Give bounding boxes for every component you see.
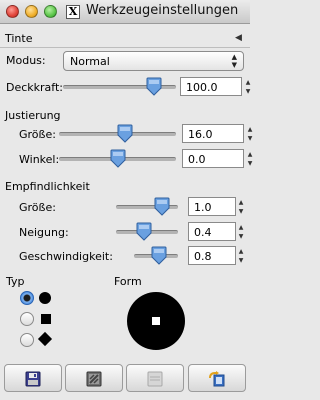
adjust-size-value: 16.0	[188, 128, 213, 141]
save-floppy-icon	[25, 371, 41, 387]
mode-value: Normal	[70, 55, 110, 68]
restore-icon	[86, 371, 102, 387]
angle-label: Winkel:	[19, 153, 60, 166]
opacity-label: Deckkraft:	[6, 81, 63, 94]
sensitivity-heading: Empfindlichkeit	[5, 180, 90, 193]
dock-menu-arrow-icon[interactable]: ◀	[235, 33, 242, 43]
adjust-size-label: Größe:	[19, 128, 56, 141]
slider-thumb[interactable]	[117, 124, 133, 143]
square-shape-icon	[41, 314, 51, 324]
type-radio-square[interactable]	[20, 312, 34, 326]
sens-size-slider[interactable]	[116, 197, 178, 217]
delete-options-button[interactable]	[126, 364, 184, 392]
form-center-handle[interactable]	[152, 317, 160, 325]
minimize-window-button[interactable]	[25, 5, 38, 18]
adjustment-heading: Justierung	[5, 109, 61, 122]
slider-thumb[interactable]	[146, 77, 162, 96]
sens-size-spinbutton[interactable]: 1.0 ▲ ▼	[188, 197, 243, 216]
diamond-shape-icon	[37, 331, 53, 347]
adjust-size-spinbutton[interactable]: 16.0 ▲ ▼	[182, 124, 252, 143]
slider-thumb[interactable]	[136, 222, 152, 241]
dock-title: Tinte	[5, 32, 33, 45]
sens-size-label: Größe:	[19, 201, 56, 214]
angle-spinbutton[interactable]: 0.0 ▲ ▼	[182, 149, 252, 168]
zoom-window-button[interactable]	[44, 5, 57, 18]
spin-arrows-icon[interactable]: ▲ ▼	[243, 78, 253, 97]
spin-arrows-icon[interactable]: ▲ ▼	[245, 150, 255, 169]
speed-spinbutton[interactable]: 0.8 ▲ ▼	[188, 246, 243, 265]
select-arrows-icon: ▲ ▼	[231, 53, 237, 69]
opacity-value: 100.0	[186, 81, 218, 94]
mode-select[interactable]: Normal ▲ ▼	[63, 51, 244, 71]
ink-form-preview[interactable]	[127, 292, 185, 350]
spin-arrows-icon[interactable]: ▲ ▼	[236, 198, 246, 217]
reset-icon	[209, 371, 225, 387]
adjust-size-slider[interactable]	[59, 124, 176, 144]
window-titlebar: X Werkzeugeinstellungen	[0, 0, 250, 24]
divider	[0, 47, 250, 48]
slider-thumb[interactable]	[151, 246, 167, 265]
reset-options-button[interactable]	[188, 364, 246, 392]
tilt-value: 0.4	[194, 226, 212, 239]
window-title: Werkzeugeinstellungen	[86, 3, 239, 18]
type-radio-circle[interactable]	[20, 291, 34, 305]
sens-size-value: 1.0	[194, 201, 212, 214]
close-window-button[interactable]	[6, 5, 19, 18]
speed-value: 0.8	[194, 250, 212, 263]
spin-arrows-icon[interactable]: ▲ ▼	[236, 247, 246, 266]
spin-arrows-icon[interactable]: ▲ ▼	[245, 125, 255, 144]
speed-label: Geschwindigkeit:	[19, 250, 113, 263]
restore-options-button[interactable]	[65, 364, 123, 392]
type-radio-diamond[interactable]	[20, 333, 34, 347]
opacity-spinbutton[interactable]: 100.0 ▲ ▼	[180, 77, 250, 96]
speed-slider[interactable]	[134, 246, 178, 266]
save-options-button[interactable]	[4, 364, 62, 392]
tilt-spinbutton[interactable]: 0.4 ▲ ▼	[188, 222, 243, 241]
mode-label: Modus:	[6, 54, 46, 67]
slider-thumb[interactable]	[154, 197, 170, 216]
tilt-slider[interactable]	[116, 222, 178, 242]
spin-arrows-icon[interactable]: ▲ ▼	[236, 223, 246, 242]
delete-icon	[147, 371, 163, 387]
type-label: Typ	[6, 275, 25, 288]
x11-app-icon: X	[66, 5, 80, 19]
tilt-label: Neigung:	[19, 226, 69, 239]
angle-slider[interactable]	[59, 149, 176, 169]
slider-thumb[interactable]	[110, 149, 126, 168]
angle-value: 0.0	[188, 153, 206, 166]
opacity-slider[interactable]	[63, 77, 176, 97]
form-label: Form	[114, 275, 142, 288]
circle-shape-icon	[39, 292, 51, 304]
